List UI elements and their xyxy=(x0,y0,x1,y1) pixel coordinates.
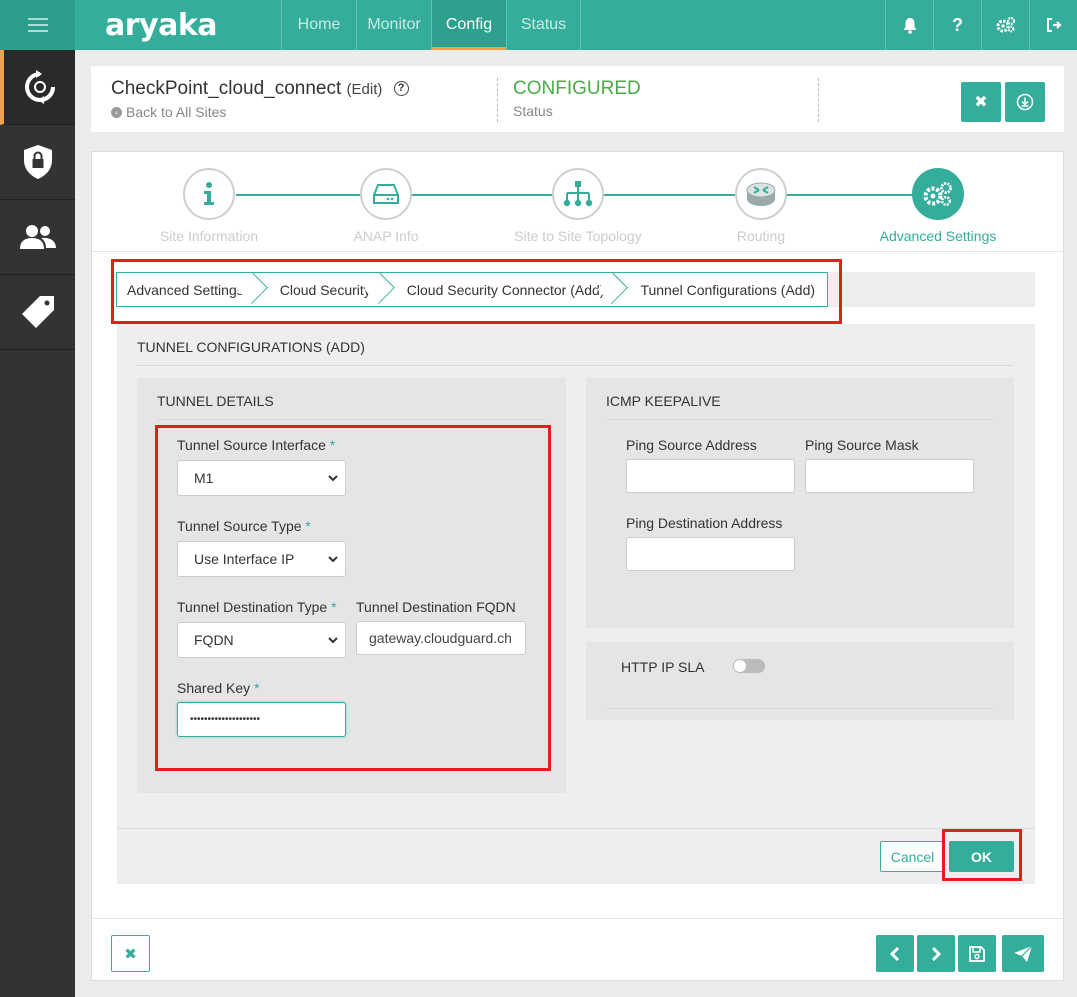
aryaka-logo: aryaka xyxy=(105,7,218,43)
topology-icon xyxy=(552,168,604,220)
sidebar xyxy=(0,50,75,997)
ping-source-address-label: Ping Source Address xyxy=(626,437,757,453)
chevron-right-icon xyxy=(931,946,942,961)
divider xyxy=(137,365,1013,366)
main-nav: Home Monitor Config Status xyxy=(281,0,581,50)
sidebar-item-tags[interactable] xyxy=(0,275,75,350)
http-ip-sla-toggle[interactable] xyxy=(733,659,765,673)
status-label: Status xyxy=(513,103,553,119)
close-button[interactable]: ✖ xyxy=(961,82,1001,122)
sidebar-item-security[interactable] xyxy=(0,125,75,200)
wizard-stepper: Site Information ANAP Info Site to Site … xyxy=(92,152,1063,252)
logout-icon[interactable] xyxy=(1029,0,1077,50)
users-icon xyxy=(19,225,56,249)
edit-link[interactable]: (Edit) xyxy=(347,81,383,98)
icmp-keepalive-title: ICMP KEEPALIVE xyxy=(606,393,721,409)
tunnel-details-title: TUNNEL DETAILS xyxy=(157,393,274,409)
gears-icon xyxy=(912,168,964,220)
top-bar: aryaka Home Monitor Config Status ? xyxy=(0,0,1077,50)
site-header: CheckPoint_cloud_connect (Edit) ? ‹ Back… xyxy=(91,66,1064,132)
divider xyxy=(818,78,819,122)
info-icon xyxy=(183,168,235,220)
help-circle-icon[interactable]: ? xyxy=(393,81,409,96)
http-ip-sla-label: HTTP IP SLA xyxy=(621,659,705,675)
step-anap-info[interactable]: ANAP Info xyxy=(296,168,476,244)
step-label: Advanced Settings xyxy=(879,228,997,244)
divider xyxy=(606,419,994,420)
chevron-left-icon: ‹ xyxy=(111,106,122,118)
step-site-information[interactable]: Site Information xyxy=(119,168,299,244)
divider xyxy=(606,708,994,709)
help-icon[interactable]: ? xyxy=(933,0,981,50)
site-title: CheckPoint_cloud_connect (Edit) ? xyxy=(111,78,409,100)
bell-icon[interactable] xyxy=(885,0,933,50)
save-icon xyxy=(969,945,985,962)
close-wizard-button[interactable]: ✖ xyxy=(111,935,150,972)
ping-source-mask-input[interactable] xyxy=(805,459,974,493)
step-advanced-settings[interactable]: Advanced Settings xyxy=(848,168,1028,244)
sync-icon xyxy=(24,70,55,104)
router-icon xyxy=(735,168,787,220)
nav-home[interactable]: Home xyxy=(281,0,356,50)
divider xyxy=(91,918,1064,919)
sidebar-item-users[interactable] xyxy=(0,200,75,275)
send-icon xyxy=(1014,945,1033,962)
back-link-label: Back to All Sites xyxy=(126,104,227,120)
highlight-box xyxy=(111,259,842,324)
divider xyxy=(497,78,498,122)
back-to-sites-link[interactable]: ‹ Back to All Sites xyxy=(111,104,226,120)
download-icon xyxy=(1016,93,1034,111)
nav-status[interactable]: Status xyxy=(506,0,581,50)
previous-button[interactable] xyxy=(876,935,914,972)
save-button[interactable] xyxy=(958,935,996,972)
menu-icon[interactable] xyxy=(0,0,75,50)
step-label: Routing xyxy=(736,228,786,244)
nav-config[interactable]: Config xyxy=(431,0,506,50)
submit-button[interactable] xyxy=(1002,935,1044,972)
ping-destination-address-input[interactable] xyxy=(626,537,795,571)
step-site-topology[interactable]: Site to Site Topology xyxy=(488,168,668,244)
shield-lock-icon xyxy=(23,145,52,179)
chevron-left-icon xyxy=(889,946,900,961)
hard-drive-icon xyxy=(360,168,412,220)
next-button[interactable] xyxy=(917,935,955,972)
status-value: CONFIGURED xyxy=(513,78,641,99)
tags-icon xyxy=(20,296,54,328)
form-title: TUNNEL CONFIGURATIONS (ADD) xyxy=(137,339,365,355)
ping-destination-address-label: Ping Destination Address xyxy=(626,515,783,531)
sidebar-item-sync[interactable] xyxy=(0,50,75,125)
cancel-button[interactable]: Cancel xyxy=(880,841,945,872)
site-name: CheckPoint_cloud_connect xyxy=(111,78,342,99)
ping-source-address-input[interactable] xyxy=(626,459,795,493)
step-label: ANAP Info xyxy=(353,228,419,244)
step-routing[interactable]: Routing xyxy=(671,168,851,244)
highlight-box xyxy=(942,829,1022,881)
step-label: Site to Site Topology xyxy=(514,228,642,244)
nav-monitor[interactable]: Monitor xyxy=(356,0,431,50)
top-icons: ? xyxy=(885,0,1077,50)
divider xyxy=(157,419,546,420)
gears-icon[interactable] xyxy=(981,0,1029,50)
ping-source-mask-label: Ping Source Mask xyxy=(805,437,919,453)
step-label: Site Information xyxy=(159,228,259,244)
icmp-keepalive-panel xyxy=(586,378,1014,628)
download-button[interactable] xyxy=(1005,82,1045,122)
highlight-box xyxy=(155,425,551,771)
